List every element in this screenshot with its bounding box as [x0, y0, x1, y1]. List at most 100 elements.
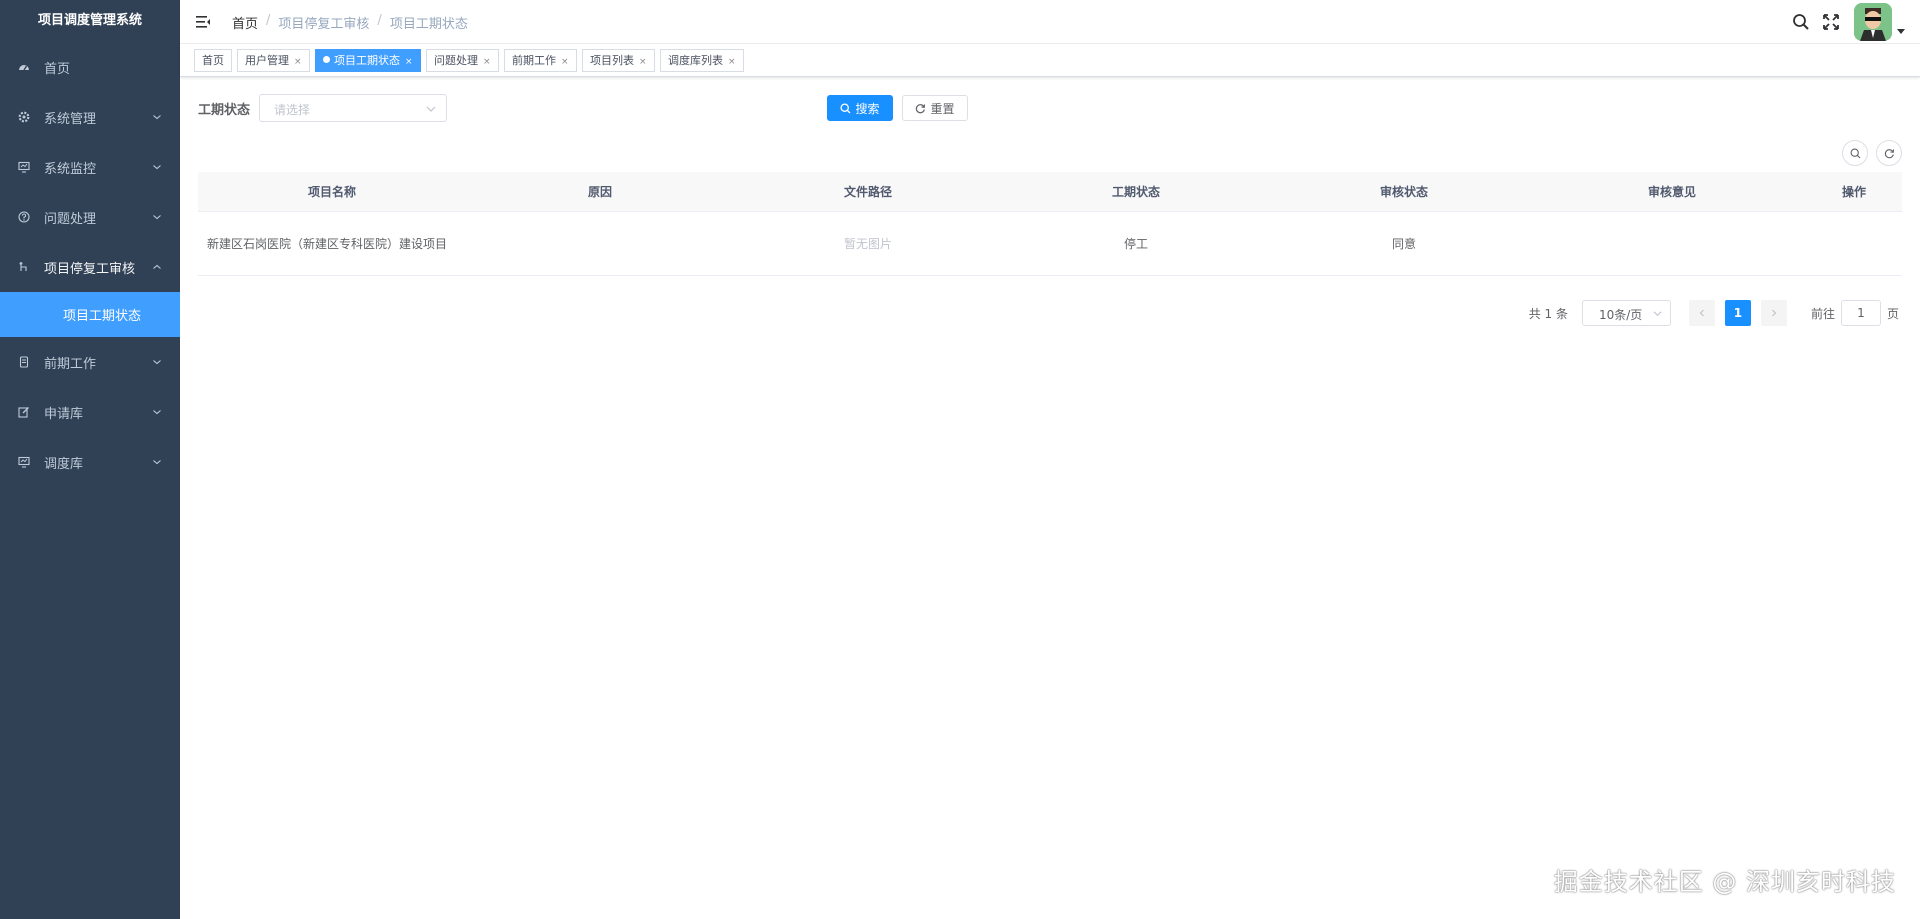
search-button[interactable]: 搜索: [827, 95, 893, 121]
sidebar-item-label: 项目停复工审核: [44, 261, 136, 277]
table-row: 新建区石岗医院（新建区专科医院）建设项目 暂无图片 停工 同意: [198, 212, 1902, 276]
sidebar-item[interactable]: 项目停复工审核: [0, 242, 180, 292]
search-button-label: 搜索: [855, 101, 880, 116]
close-icon[interactable]: ×: [561, 57, 569, 67]
tab-label: 项目列表: [590, 54, 634, 67]
refresh-icon: [1884, 148, 1894, 158]
dashboard-icon: [18, 61, 30, 73]
chevron-down-icon: [153, 115, 161, 120]
table-cell-reason: [466, 212, 734, 275]
tab-label: 首页: [202, 54, 224, 67]
search-icon[interactable]: [1792, 13, 1810, 31]
breadcrumb: 首页 / 项目停复工审核 / 项目工期状态: [232, 13, 468, 32]
edit-icon: [18, 406, 30, 418]
table-header: 项目名称 原因 文件路径 工期状态 审核状态 审核意见 操作: [198, 172, 1902, 212]
avatar[interactable]: [1854, 3, 1892, 41]
question-icon: [18, 211, 30, 223]
breadcrumb-level1: 项目停复工审核: [278, 17, 370, 32]
tab-label: 项目工期状态: [334, 54, 400, 67]
document-icon: [18, 356, 30, 368]
search-icon: [1850, 148, 1860, 158]
tab-item[interactable]: 问题处理 ×: [426, 49, 499, 72]
app-title: 项目调度管理系统: [37, 13, 142, 28]
sidebar-item[interactable]: 系统监控: [0, 142, 180, 192]
close-icon[interactable]: ×: [483, 57, 491, 67]
filter-label: 工期状态: [198, 103, 251, 118]
refresh-button[interactable]: [1876, 140, 1902, 166]
column-header: 审核状态: [1379, 185, 1428, 199]
sidebar-menu: 首页 系统管理 系统监控 问题处理 项目停复工审核 项目工期状态 前期工作 申请…: [0, 42, 180, 487]
chevron-up-icon: [153, 264, 161, 269]
column-header: 操作: [1841, 185, 1866, 199]
sidebar-item[interactable]: 首页: [0, 42, 180, 92]
fullscreen-icon[interactable]: [1822, 13, 1840, 31]
sidebar-item-label: 首页: [44, 61, 71, 77]
tab-label: 问题处理: [434, 54, 478, 67]
gear-icon: [18, 111, 30, 123]
column-header: 审核意见: [1647, 185, 1696, 199]
sidebar-item[interactable]: 问题处理: [0, 192, 180, 242]
sidebar-item-label: 申请库: [44, 406, 84, 422]
tab-label: 调度库列表: [668, 54, 723, 67]
table-cell-action: [1806, 212, 1902, 275]
search-icon: [840, 102, 851, 113]
period-status-select[interactable]: 请选择: [259, 94, 447, 122]
prev-page-button[interactable]: [1688, 300, 1715, 326]
sidebar: 项目调度管理系统 首页 系统管理 系统监控 问题处理 项目停复工审核 项目工期状…: [0, 0, 180, 919]
hamburger-icon[interactable]: [195, 14, 211, 30]
table-cell-period-status: 停工: [1123, 237, 1148, 251]
reset-button-label: 重置: [930, 101, 955, 116]
sidebar-item[interactable]: 调度库: [0, 437, 180, 487]
page-size-select[interactable]: 10条/页: [1581, 300, 1671, 326]
tab-label: 前期工作: [512, 54, 556, 67]
toggle-search-button[interactable]: [1842, 140, 1868, 166]
tab-item[interactable]: 前期工作 ×: [504, 49, 577, 72]
next-page-button[interactable]: [1760, 300, 1787, 326]
page-size-value: 10条/页: [1598, 308, 1643, 322]
tab-item[interactable]: 调度库列表 ×: [660, 49, 744, 72]
sidebar-item[interactable]: 申请库: [0, 387, 180, 437]
sidebar-item[interactable]: 系统管理: [0, 92, 180, 142]
sidebar-item-label: 问题处理: [44, 211, 97, 227]
sidebar-item-label: 系统管理: [44, 111, 97, 127]
column-header: 项目名称: [307, 185, 356, 199]
breadcrumb-level2: 项目工期状态: [389, 17, 468, 32]
goto-label: 前往: [1810, 306, 1835, 321]
chevron-down-icon: [1653, 311, 1662, 317]
caret-down-icon[interactable]: [1896, 26, 1906, 36]
reset-button[interactable]: 重置: [902, 95, 968, 121]
sidebar-item[interactable]: 前期工作: [0, 337, 180, 387]
monitor-icon: [18, 161, 30, 173]
tab-item[interactable]: 用户管理 ×: [237, 49, 310, 72]
close-icon[interactable]: ×: [639, 57, 647, 67]
tab-item[interactable]: 首页: [194, 49, 232, 72]
refresh-icon: [916, 103, 926, 113]
close-icon[interactable]: ×: [294, 57, 302, 67]
sidebar-subitem-active[interactable]: 项目工期状态: [0, 292, 180, 337]
navbar: 首页 / 项目停复工审核 / 项目工期状态: [180, 0, 1920, 44]
monitor-icon: [18, 456, 30, 468]
sidebar-item-label: 调度库: [44, 456, 84, 472]
close-icon[interactable]: ×: [728, 57, 736, 67]
active-dot-icon: [323, 56, 330, 63]
flow-icon: [18, 261, 30, 273]
close-icon[interactable]: ×: [405, 57, 413, 67]
chevron-down-icon: [153, 460, 161, 465]
chevron-down-icon: [153, 215, 161, 220]
table-cell-audit-opinion: [1538, 212, 1806, 275]
tab-label: 用户管理: [245, 54, 289, 67]
breadcrumb-home[interactable]: 首页: [232, 13, 258, 32]
data-table: 项目名称 原因 文件路径 工期状态 审核状态 审核意见 操作 新建区石岗医院（新建区专科医院…: [198, 172, 1902, 276]
table-cell-audit-status: 同意: [1391, 237, 1416, 251]
tab-item[interactable]: 项目列表 ×: [582, 49, 655, 72]
tab-active[interactable]: 项目工期状态 ×: [315, 49, 421, 72]
page-number-current[interactable]: 1: [1724, 300, 1751, 326]
chevron-down-icon: [153, 360, 161, 365]
chevron-down-icon: [426, 106, 436, 112]
column-header: 原因: [587, 185, 612, 199]
goto-page-input[interactable]: 1: [1840, 300, 1881, 326]
chevron-down-icon: [153, 165, 161, 170]
tags-view: 首页 用户管理 × 项目工期状态 × 问题处理 × 前期工作 × 项目列表 × 调度库列表 ×: [180, 44, 1920, 77]
page-suffix: 页: [1886, 306, 1899, 321]
pagination-total: 共 1 条: [1528, 306, 1568, 321]
